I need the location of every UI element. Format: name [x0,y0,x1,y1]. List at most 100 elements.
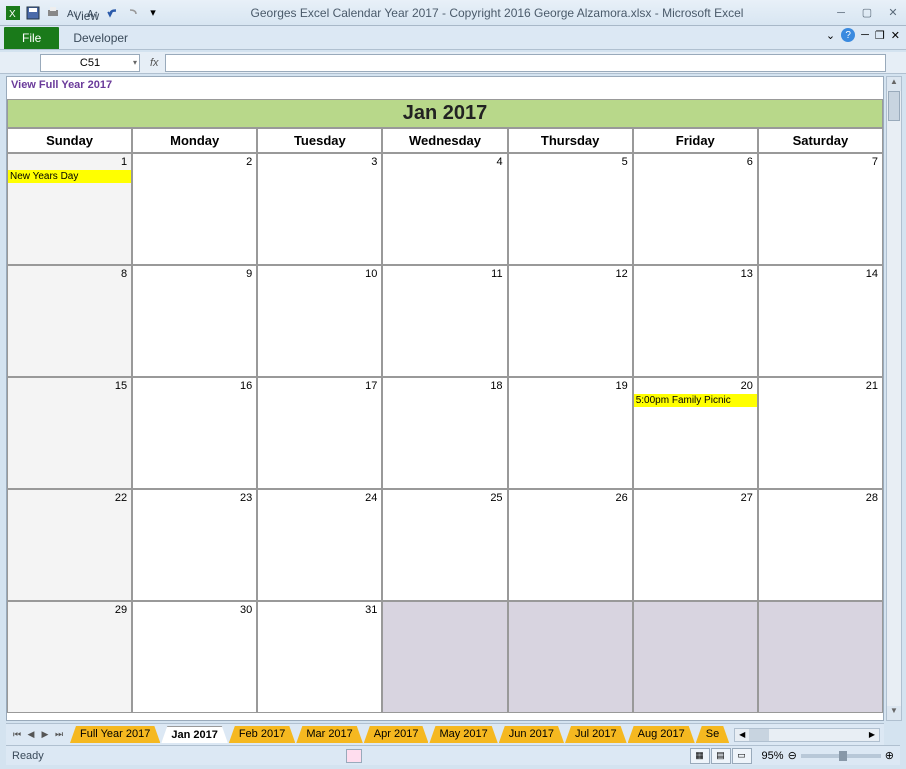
calendar-cell[interactable]: 4 [382,153,507,265]
calendar-cell[interactable]: 22 [7,489,132,601]
doc-minimize-icon[interactable]: ─ [861,29,869,41]
sheet-tab[interactable]: Jul 2017 [565,726,627,743]
cell-date: 31 [365,604,377,616]
macro-icon[interactable] [346,749,362,763]
zoom-in-icon[interactable]: ⊕ [885,749,894,762]
ribbon-tab-developer[interactable]: Developer [59,27,154,49]
hscroll-left-icon[interactable]: ◀ [735,730,749,739]
sheet-tab[interactable]: Se [696,726,729,743]
calendar-cell[interactable]: 10 [257,265,382,377]
calendar-cell[interactable]: 12 [508,265,633,377]
calendar-cell[interactable]: 28 [758,489,883,601]
calendar-day-headers: SundayMondayTuesdayWednesdayThursdayFrid… [7,128,883,153]
calendar-cell[interactable]: 6 [633,153,758,265]
close-icon[interactable]: ✕ [884,6,902,20]
cell-date: 8 [121,268,127,280]
calendar-grid: 1New Years Day23456789101112131415161718… [7,153,883,713]
cell-date: 17 [365,380,377,392]
hscroll-thumb[interactable] [749,729,769,741]
calendar-cell[interactable]: 13 [633,265,758,377]
page-layout-view-icon[interactable]: ▤ [711,748,731,764]
minimize-icon[interactable]: ─ [832,6,850,20]
save-icon[interactable] [24,4,42,22]
calendar-cell[interactable]: 15 [7,377,132,489]
calendar-cell[interactable]: 11 [382,265,507,377]
calendar-cell[interactable]: 5 [508,153,633,265]
calendar-cell[interactable] [508,601,633,713]
cell-event[interactable]: New Years Day [8,170,131,183]
zoom-slider[interactable] [801,754,881,758]
sheet-tab[interactable]: Aug 2017 [628,726,695,743]
sheet-tab[interactable]: May 2017 [429,726,497,743]
calendar-row: 2223242526 27 28 [7,489,883,601]
tab-first-icon[interactable]: ⏮ [10,729,24,740]
maximize-icon[interactable]: ▢ [858,6,876,20]
cell-date: 27 [741,492,753,504]
cell-date: 5 [622,156,628,168]
ribbon-collapse-icon[interactable]: ⌄ [826,29,835,42]
status-bar: Ready ▦ ▤ ▭ 95% ⊖ ⊕ [6,745,900,765]
help-icon[interactable]: ? [841,28,855,42]
calendar-cell[interactable]: 205:00pm Family Picnic [633,377,758,489]
horizontal-scrollbar[interactable]: ◀ ▶ [734,728,880,742]
calendar-cell[interactable]: 19 [508,377,633,489]
calendar-cell[interactable]: 14 [758,265,883,377]
vertical-scrollbar[interactable]: ▲ ▼ [886,76,902,721]
calendar-cell[interactable]: 25 [382,489,507,601]
calendar-cell[interactable]: 8 [7,265,132,377]
calendar-cell[interactable]: 31 [257,601,382,713]
sheet-tab[interactable]: Feb 2017 [229,726,295,743]
tab-last-icon[interactable]: ⏭ [52,729,66,740]
scroll-down-icon[interactable]: ▼ [887,706,901,720]
cell-event[interactable]: 5:00pm Family Picnic [634,394,757,407]
calendar-cell[interactable]: 27 [633,489,758,601]
calendar-cell[interactable]: 29 [7,601,132,713]
cell-date: 18 [490,380,502,392]
excel-icon[interactable]: X [4,4,22,22]
tab-next-icon[interactable]: ▶ [38,729,52,740]
fx-icon[interactable]: fx [150,57,159,69]
doc-close-icon[interactable]: ✕ [891,29,900,42]
day-header: Wednesday [382,128,507,153]
sheet-tab[interactable]: Full Year 2017 [70,726,160,743]
calendar-cell[interactable] [633,601,758,713]
scroll-up-icon[interactable]: ▲ [887,77,901,91]
calendar-cell[interactable]: 3 [257,153,382,265]
name-box[interactable]: C51 [40,54,140,72]
sheet-tab[interactable]: Mar 2017 [296,726,362,743]
calendar-cell[interactable] [758,601,883,713]
doc-restore-icon[interactable]: ❐ [875,29,885,42]
calendar-row: 2930 31 [7,601,883,713]
hscroll-right-icon[interactable]: ▶ [865,730,879,739]
calendar-cell[interactable]: 9 [132,265,257,377]
ribbon-tab-view[interactable]: View [59,5,154,27]
calendar-cell[interactable]: 7 [758,153,883,265]
file-tab[interactable]: File [4,27,59,49]
formula-bar: C51 fx [0,52,906,74]
cell-date: 12 [615,268,627,280]
sheet-tab[interactable]: Jan 2017 [161,726,227,743]
cell-date: 14 [866,268,878,280]
calendar-cell[interactable]: 1New Years Day [7,153,132,265]
page-break-view-icon[interactable]: ▭ [732,748,752,764]
calendar-cell[interactable] [382,601,507,713]
calendar-cell[interactable]: 18 [382,377,507,489]
formula-input[interactable] [165,54,886,72]
calendar-cell[interactable]: 2 [132,153,257,265]
calendar-cell[interactable]: 16 [132,377,257,489]
view-full-year-link[interactable]: View Full Year 2017 [7,77,883,93]
tab-prev-icon[interactable]: ◀ [24,729,38,740]
calendar-cell[interactable]: 30 [132,601,257,713]
scroll-thumb[interactable] [888,91,900,121]
calendar-cell[interactable]: 26 [508,489,633,601]
normal-view-icon[interactable]: ▦ [690,748,710,764]
zoom-level[interactable]: 95% [762,750,784,762]
sheet-tab[interactable]: Jun 2017 [499,726,564,743]
sheet-tab[interactable]: Apr 2017 [364,726,429,743]
day-header: Friday [633,128,758,153]
calendar-cell[interactable]: 21 [758,377,883,489]
zoom-out-icon[interactable]: ⊖ [788,749,797,762]
calendar-cell[interactable]: 23 [132,489,257,601]
calendar-cell[interactable]: 17 [257,377,382,489]
calendar-cell[interactable]: 24 [257,489,382,601]
